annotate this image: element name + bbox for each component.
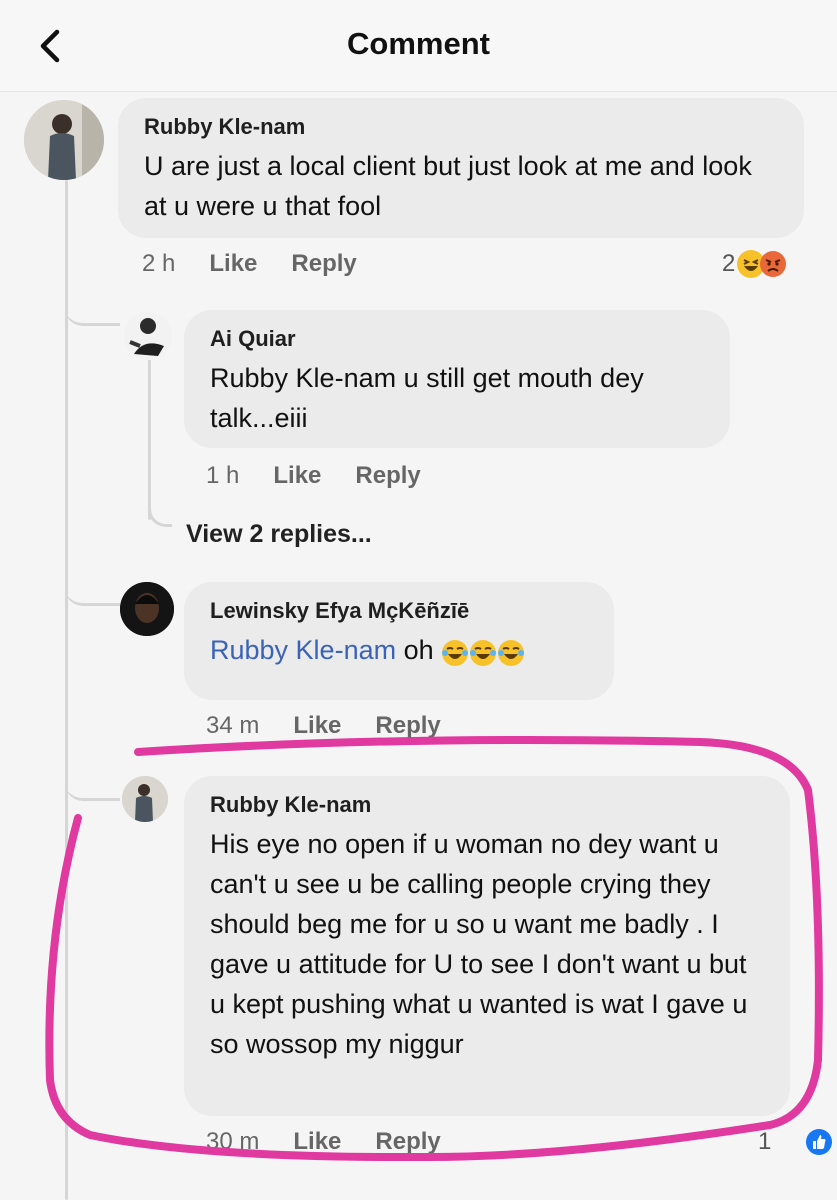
like-button[interactable]: Like [273, 462, 321, 490]
comment-author[interactable]: Rubby Kle-nam [210, 792, 764, 818]
comment-author[interactable]: Ai Quiar [210, 326, 704, 352]
avatar[interactable] [120, 582, 174, 636]
reply-thread-connector [148, 495, 172, 527]
profile-photo [122, 776, 168, 822]
comment-actions: 34 m Like Reply [206, 712, 475, 740]
reply-button[interactable]: Reply [355, 462, 420, 490]
reply-bubble: Lewinsky Efya MçKēñzīē Rubby Kle-nam oh [184, 582, 614, 700]
comment-text: U are just a local client but just look … [144, 151, 752, 221]
thread-line [65, 180, 68, 1200]
reply-bubble: Rubby Kle-nam His eye no open if u woman… [184, 776, 790, 1116]
view-replies-link[interactable]: View 2 replies... [186, 520, 372, 549]
profile-photo [24, 100, 104, 180]
comment-time: 34 m [206, 712, 260, 739]
comment-actions: 1 h Like Reply [206, 462, 455, 490]
profile-photo [120, 582, 174, 636]
laughing-tears-icon [441, 638, 469, 666]
top-bar: Comment [0, 0, 837, 92]
laughing-tears-icon [497, 638, 525, 666]
reaction-summary[interactable]: 1 [758, 1128, 833, 1156]
like-button[interactable]: Like [293, 1128, 341, 1156]
like-button[interactable]: Like [209, 250, 257, 278]
reaction-count: 2 [722, 250, 736, 277]
avatar[interactable] [124, 312, 172, 360]
comment-time: 1 h [206, 462, 240, 489]
like-button[interactable]: Like [293, 712, 341, 740]
comment-time: 2 h [142, 250, 176, 277]
comment-text-suffix: oh [403, 635, 434, 665]
comment-time: 30 m [206, 1128, 260, 1155]
reply-button[interactable]: Reply [291, 250, 356, 278]
profile-photo [124, 312, 172, 360]
reaction-count: 1 [758, 1128, 772, 1155]
laughing-tears-icon [469, 638, 497, 666]
reply-button[interactable]: Reply [375, 712, 440, 740]
angry-icon [759, 250, 787, 278]
page-title: Comment [347, 26, 490, 61]
thread-connector [65, 765, 120, 801]
avatar[interactable] [24, 100, 104, 180]
comment-author[interactable]: Rubby Kle-nam [144, 114, 778, 140]
comment-actions: 30 m Like Reply [206, 1128, 475, 1156]
comment-text: Rubby Kle-nam u still get mouth dey talk… [210, 363, 644, 433]
mention-link[interactable]: Rubby Kle-nam [210, 635, 396, 665]
avatar[interactable] [122, 776, 168, 822]
comment-author[interactable]: Lewinsky Efya MçKēñzīē [210, 598, 588, 624]
reply-bubble: Ai Quiar Rubby Kle-nam u still get mouth… [184, 310, 730, 448]
reaction-summary[interactable]: 2 [722, 250, 787, 278]
comment-actions: 2 h Like Reply [142, 250, 391, 278]
reply-button[interactable]: Reply [375, 1128, 440, 1156]
thread-connector [65, 570, 120, 606]
thread-connector [65, 290, 120, 326]
comment-text: Rubby Kle-nam oh [210, 630, 588, 670]
comment-text: His eye no open if u woman no dey want u… [210, 829, 748, 1059]
like-icon [805, 1128, 833, 1156]
comment-bubble: Rubby Kle-nam U are just a local client … [118, 98, 804, 238]
